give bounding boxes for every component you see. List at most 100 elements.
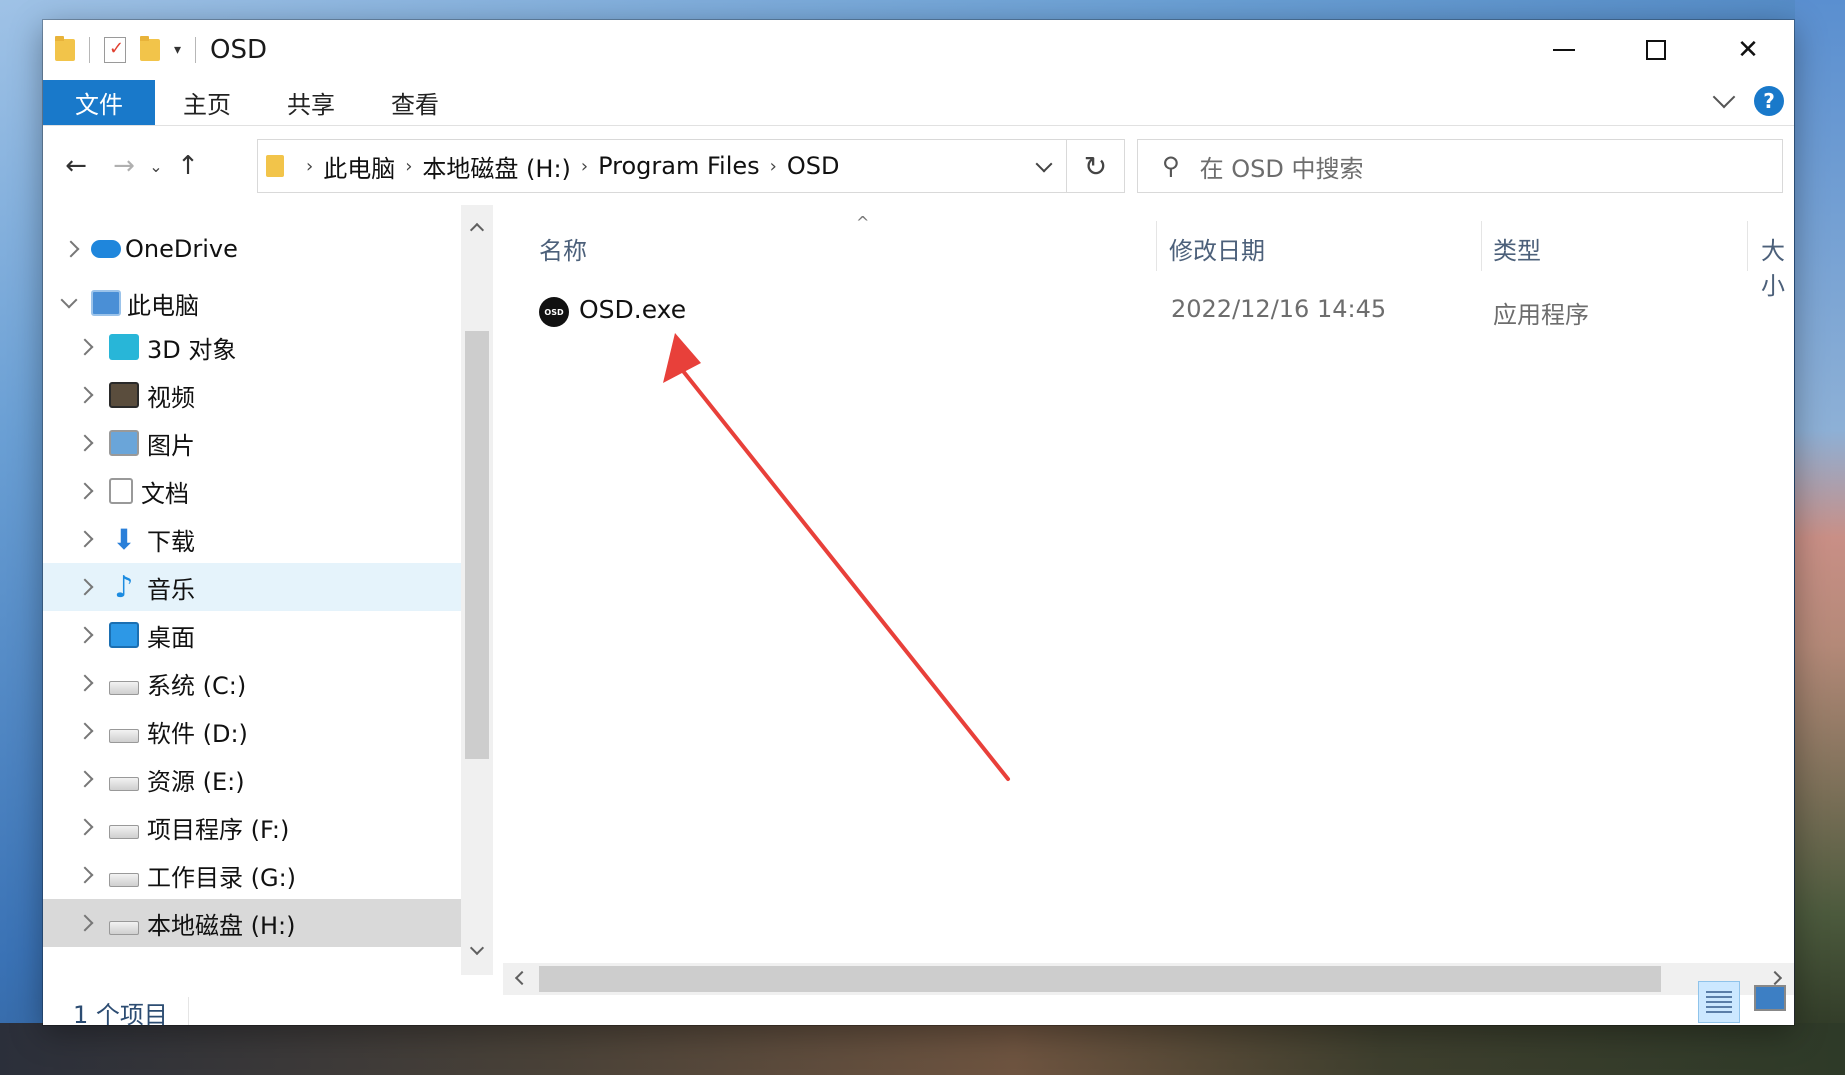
- status-divider: [188, 997, 189, 1025]
- expand-chevron-icon[interactable]: [76, 578, 94, 596]
- sidebar-item-label: 桌面: [147, 623, 195, 652]
- search-icon: ⚲: [1162, 152, 1180, 180]
- expand-chevron-icon[interactable]: [76, 866, 94, 884]
- sidebar-item-drive-f[interactable]: 项目程序 (F:): [43, 803, 461, 851]
- sidebar-item-label: 系统 (C:): [147, 671, 247, 700]
- help-icon[interactable]: ?: [1754, 86, 1784, 116]
- customize-toolbar-dropdown-icon[interactable]: ▾: [174, 42, 181, 58]
- sidebar-item-desktop[interactable]: 桌面: [43, 611, 461, 659]
- navigation-pane-scrollbar[interactable]: [461, 205, 493, 975]
- breadcrumb-program-files[interactable]: Program Files: [598, 152, 760, 180]
- breadcrumb-separator-icon[interactable]: ›: [306, 156, 313, 177]
- file-date-modified: 2022/12/16 14:45: [1171, 295, 1387, 323]
- forward-arrow-icon[interactable]: →: [105, 151, 143, 181]
- new-folder-icon[interactable]: [140, 36, 160, 61]
- breadcrumb-this-pc[interactable]: 此电脑: [323, 149, 395, 184]
- sidebar-item-label: 资源 (E:): [147, 767, 245, 796]
- column-divider[interactable]: [1747, 221, 1748, 271]
- title-bar: ▾ OSD ✕: [43, 20, 1794, 80]
- scroll-down-arrow-icon[interactable]: [469, 940, 485, 956]
- expand-chevron-icon[interactable]: [76, 434, 94, 452]
- column-divider[interactable]: [1156, 221, 1157, 271]
- expand-chevron-icon[interactable]: [76, 482, 94, 500]
- scroll-up-arrow-icon[interactable]: [469, 222, 485, 238]
- sidebar-item-drive-g[interactable]: 工作目录 (G:): [43, 851, 461, 899]
- breadcrumb-separator-icon[interactable]: ›: [770, 156, 777, 177]
- collapse-chevron-icon[interactable]: [60, 291, 78, 309]
- maximize-button[interactable]: [1610, 20, 1702, 80]
- expand-chevron-icon[interactable]: [76, 674, 94, 692]
- expand-chevron-icon[interactable]: [76, 626, 94, 644]
- sidebar-item-drive-h[interactable]: 本地磁盘 (H:): [43, 899, 461, 947]
- sidebar-item-videos[interactable]: 视频: [43, 371, 461, 419]
- sidebar-item-onedrive[interactable]: OneDrive: [43, 225, 461, 273]
- maximize-icon: [1646, 40, 1666, 60]
- desktop-wallpaper-bottom: [0, 1023, 1845, 1075]
- breadcrumb-local-disk-h[interactable]: 本地磁盘 (H:): [422, 149, 571, 184]
- sidebar-item-pictures[interactable]: 图片: [43, 419, 461, 467]
- refresh-button[interactable]: ↻: [1067, 139, 1125, 193]
- windows-drive-icon: [109, 681, 139, 695]
- navigation-pane: OneDrive 此电脑 3D 对象 视频 图片 文档 ⬇ 下载 ♪ 音乐 桌面…: [43, 205, 461, 975]
- scroll-left-arrow-icon[interactable]: [514, 970, 530, 986]
- sidebar-item-drive-d[interactable]: 软件 (D:): [43, 707, 461, 755]
- ribbon-right-controls: ?: [1712, 85, 1784, 116]
- tab-share[interactable]: 共享: [259, 80, 363, 125]
- column-header-name[interactable]: 名称: [539, 231, 587, 266]
- expand-chevron-icon[interactable]: [76, 914, 94, 932]
- this-pc-icon: [91, 290, 121, 316]
- horizontal-scrollbar[interactable]: [503, 963, 1794, 995]
- breadcrumb-osd[interactable]: OSD: [787, 152, 840, 180]
- tab-file[interactable]: 文件: [43, 80, 155, 125]
- minimize-button[interactable]: [1518, 20, 1610, 80]
- details-view-icon: [1706, 991, 1732, 1013]
- desktop-wallpaper-right: [1795, 0, 1845, 1075]
- up-arrow-icon[interactable]: ↑: [169, 151, 207, 181]
- recent-locations-chevron-icon[interactable]: ⌄: [143, 157, 169, 176]
- expand-chevron-icon[interactable]: [76, 530, 94, 548]
- sidebar-item-3d-objects[interactable]: 3D 对象: [43, 323, 461, 371]
- desktop-icon: [109, 622, 139, 648]
- drive-icon: [109, 777, 139, 791]
- address-history-chevron-icon[interactable]: [1035, 155, 1053, 173]
- scrollbar-thumb[interactable]: [539, 966, 1661, 992]
- file-row-osd-exe[interactable]: OSD OSD.exe 2022/12/16 14:45 应用程序: [503, 291, 1794, 337]
- expand-chevron-icon[interactable]: [76, 338, 94, 356]
- breadcrumb-separator-icon[interactable]: ›: [581, 156, 588, 177]
- column-divider[interactable]: [1481, 221, 1482, 271]
- folder-icon: [266, 155, 284, 177]
- expand-ribbon-chevron-icon[interactable]: [1712, 85, 1736, 109]
- address-bar[interactable]: › 此电脑 › 本地磁盘 (H:) › Program Files › OSD: [257, 139, 1067, 193]
- back-arrow-icon[interactable]: ←: [57, 151, 95, 181]
- close-button[interactable]: ✕: [1702, 20, 1794, 80]
- close-icon: ✕: [1737, 35, 1759, 65]
- details-view-button[interactable]: [1698, 981, 1740, 1023]
- sidebar-item-label: 此电脑: [127, 291, 199, 320]
- large-icons-view-button[interactable]: [1754, 985, 1786, 1011]
- properties-icon[interactable]: [104, 37, 126, 63]
- sidebar-item-documents[interactable]: 文档: [43, 467, 461, 515]
- sidebar-item-this-pc[interactable]: 此电脑: [43, 279, 461, 327]
- sidebar-item-drive-c[interactable]: 系统 (C:): [43, 659, 461, 707]
- scrollbar-thumb[interactable]: [465, 331, 489, 759]
- column-header-date-modified[interactable]: 修改日期: [1169, 231, 1265, 266]
- expand-chevron-icon[interactable]: [76, 722, 94, 740]
- breadcrumb-separator-icon[interactable]: ›: [405, 156, 412, 177]
- sidebar-item-music[interactable]: ♪ 音乐: [43, 563, 461, 611]
- column-header-type[interactable]: 类型: [1493, 231, 1541, 266]
- toolbar-divider: [89, 37, 90, 63]
- navigation-bar: ← → ⌄ ↑ › 此电脑 › 本地磁盘 (H:) › Program File…: [43, 127, 1794, 205]
- osd-app-icon: OSD: [539, 297, 569, 327]
- tab-home[interactable]: 主页: [155, 80, 259, 125]
- search-input[interactable]: ⚲ 在 OSD 中搜索: [1137, 139, 1783, 193]
- expand-chevron-icon[interactable]: [76, 818, 94, 836]
- expand-chevron-icon[interactable]: [76, 386, 94, 404]
- file-name[interactable]: OSD.exe: [579, 295, 686, 324]
- sidebar-item-downloads[interactable]: ⬇ 下载: [43, 515, 461, 563]
- expand-chevron-icon[interactable]: [62, 240, 80, 258]
- scroll-right-arrow-icon[interactable]: [1767, 970, 1783, 986]
- sidebar-item-drive-e[interactable]: 资源 (E:): [43, 755, 461, 803]
- drive-icon: [109, 729, 139, 743]
- tab-view[interactable]: 查看: [363, 80, 467, 125]
- expand-chevron-icon[interactable]: [76, 770, 94, 788]
